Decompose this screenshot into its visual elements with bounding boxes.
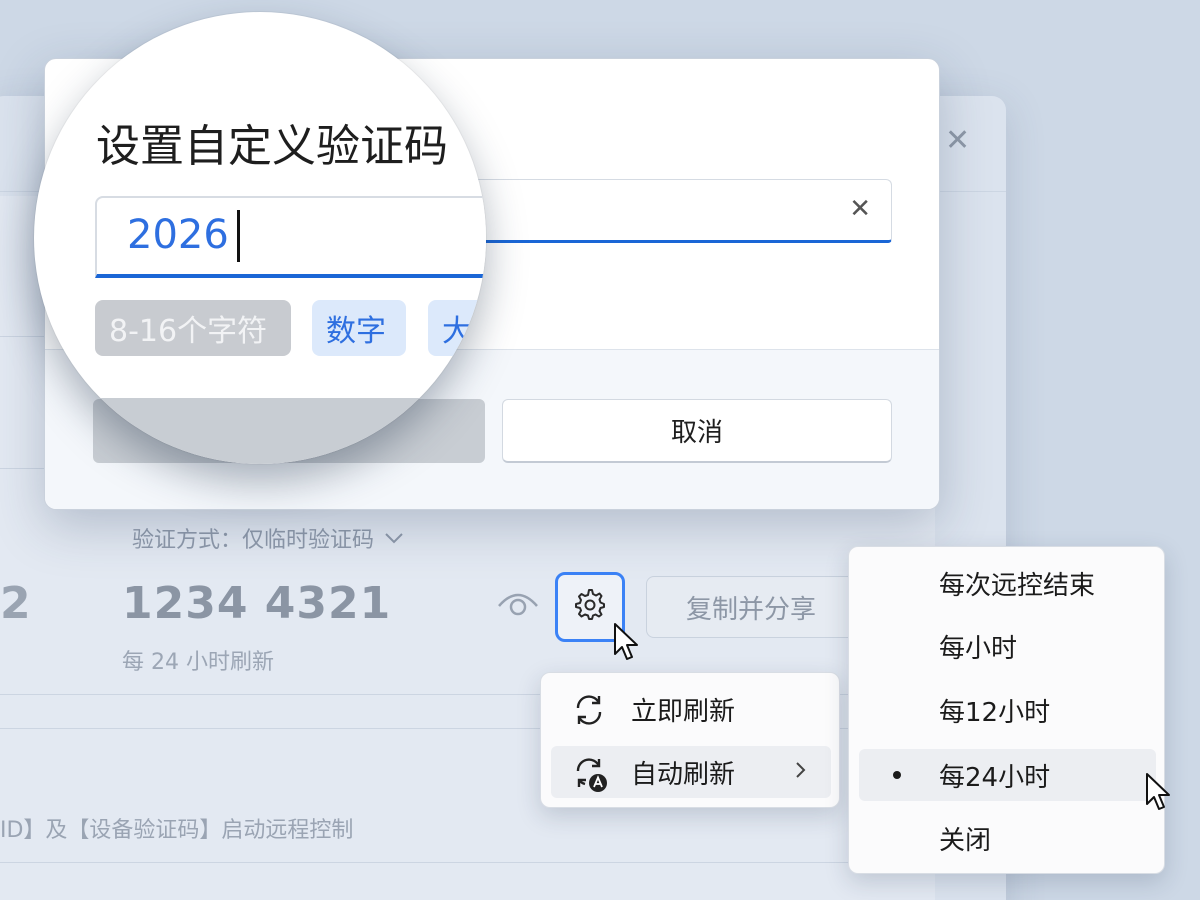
settings-context-menu: 立即刷新 自动刷新 <box>540 672 840 808</box>
gear-icon <box>573 588 607 626</box>
input-value: 2026 <box>127 212 229 258</box>
verify-method-label: 验证方式：仅临时验证码 <box>132 528 375 553</box>
refresh-icon <box>571 692 607 732</box>
chevron-right-icon <box>795 760 807 785</box>
submenu-item-every-12-hours[interactable]: 每12小时 <box>859 684 1156 736</box>
partial-device-id: 2 <box>0 578 31 629</box>
mouse-cursor-icon <box>612 622 642 666</box>
verify-method-select[interactable]: 验证方式：仅临时验证码 <box>132 522 404 554</box>
submenu-item-label: 每12小时 <box>939 697 1051 728</box>
divider <box>0 862 935 863</box>
auto-refresh-icon <box>571 755 609 797</box>
rule-tag-uppercase: 大 <box>428 300 486 356</box>
copy-and-share-button[interactable]: 复制并分享 <box>646 576 856 638</box>
text-caret <box>237 210 240 262</box>
clear-input-icon[interactable]: ✕ <box>849 196 871 222</box>
submenu-item-every-24-hours[interactable]: 每24小时 <box>859 749 1156 801</box>
footnote-text: ID】及【设备验证码】启动远程控制 <box>0 818 354 843</box>
submenu-item-label: 每小时 <box>939 633 1018 664</box>
confirm-button-zoomed[interactable] <box>95 398 486 464</box>
rule-tag-digits: 数字 <box>312 300 406 356</box>
temp-verification-code: 1234 4321 <box>122 578 392 629</box>
cancel-button[interactable]: 取消 <box>502 399 892 463</box>
magnifier-lens: 设置自定义验证码 2026 8-16个字符 数字 大 <box>34 12 486 464</box>
menu-item-refresh-now[interactable]: 立即刷新 <box>551 683 831 735</box>
submenu-item-after-each-session[interactable]: 每次远控结束 <box>859 557 1156 609</box>
auto-refresh-submenu: 每次远控结束 每小时 每12小时 每24小时 关闭 <box>848 546 1165 874</box>
mouse-cursor-icon <box>1144 772 1174 816</box>
submenu-item-label: 每次远控结束 <box>939 570 1096 601</box>
selected-dot-icon <box>893 771 901 779</box>
submenu-item-hourly[interactable]: 每小时 <box>859 620 1156 672</box>
menu-item-label: 自动刷新 <box>631 759 736 790</box>
dialog-title: 设置自定义验证码 <box>96 121 448 172</box>
eye-icon[interactable] <box>496 588 540 624</box>
chevron-down-icon <box>384 528 404 549</box>
custom-code-input-zoomed[interactable]: 2026 <box>95 196 486 278</box>
submenu-item-off[interactable]: 关闭 <box>859 812 1156 864</box>
submenu-item-label: 关闭 <box>939 825 992 856</box>
custom-code-input[interactable]: ✕ <box>465 179 892 243</box>
rule-tag-length: 8-16个字符 <box>95 300 291 356</box>
menu-item-label: 立即刷新 <box>631 696 736 727</box>
submenu-item-label: 每24小时 <box>939 762 1051 793</box>
refresh-note: 每 24 小时刷新 <box>122 650 274 675</box>
background-close-icon[interactable]: ✕ <box>945 126 970 156</box>
menu-item-auto-refresh[interactable]: 自动刷新 <box>551 746 831 798</box>
